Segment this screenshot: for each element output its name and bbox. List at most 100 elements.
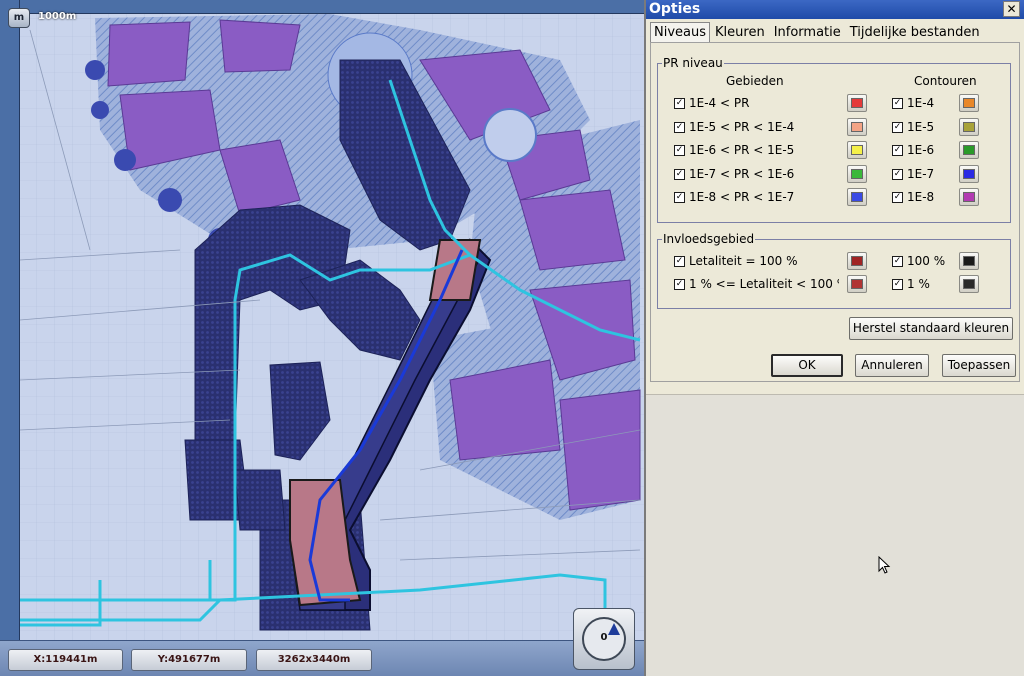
contour-checkbox[interactable]: ✓ [892, 168, 903, 180]
inv-row: ✓ Letaliteit = 100 % ✓ 100 % [658, 252, 1008, 270]
tab-tijdelijke-bestanden[interactable]: Tijdelijke bestanden [846, 22, 984, 42]
area-color-button[interactable] [847, 117, 867, 136]
area-checkbox[interactable]: ✓ [674, 279, 685, 290]
contour-label: 1E-6 [907, 143, 935, 157]
color-swatch [851, 192, 863, 202]
contour-color-button[interactable] [959, 164, 979, 183]
ok-button[interactable]: OK [771, 354, 843, 377]
scale-button[interactable]: m [8, 8, 30, 28]
status-bar: X:119441m Y:491677m 3262x3440m [0, 640, 644, 676]
contour-label: 1E-4 [907, 96, 935, 110]
color-swatch [963, 98, 975, 108]
ruler-top [0, 0, 644, 14]
color-swatch [851, 121, 863, 132]
area-color-button[interactable] [847, 141, 867, 159]
area-color-button[interactable] [847, 188, 867, 206]
pr-level-legend: PR niveau [662, 56, 724, 70]
apply-button[interactable]: Toepassen [942, 354, 1016, 377]
area-label: 1E-8 < PR < 1E-7 [689, 190, 795, 204]
options-title-bar: Opties [646, 0, 1024, 19]
pr-row: ✓ 1E-8 < PR < 1E-7 ✓ 1E-8 [658, 188, 1008, 206]
rotation-label: 0 [600, 632, 608, 643]
area-color-button[interactable] [847, 252, 867, 270]
reset-colors-button[interactable]: Herstel standaard kleuren [849, 317, 1013, 340]
color-swatch [963, 192, 975, 202]
contour-checkbox[interactable]: ✓ [892, 192, 903, 203]
color-swatch [851, 145, 863, 155]
tab-informatie[interactable]: Informatie [770, 22, 845, 42]
area-label: 1E-7 < PR < 1E-6 [689, 166, 795, 181]
tab-niveaus[interactable]: Niveaus [650, 22, 711, 42]
contour-checkbox[interactable]: ✓ [892, 279, 903, 290]
contour-checkbox[interactable]: ✓ [892, 121, 903, 133]
color-swatch [851, 168, 863, 179]
contour-checkbox[interactable]: ✓ [892, 256, 903, 267]
contour-label: 1E-8 [907, 190, 935, 204]
influence-area-legend: Invloedsgebied [662, 232, 756, 246]
color-swatch [851, 98, 863, 108]
area-color-button[interactable] [847, 275, 867, 293]
map-canvas[interactable] [0, 0, 644, 640]
contour-label: 1E-5 [907, 119, 935, 134]
area-checkbox[interactable]: ✓ [674, 145, 685, 156]
area-label: 1E-6 < PR < 1E-5 [689, 143, 795, 157]
area-label: 1 % <= Letaliteit < 100 % [689, 277, 839, 291]
y-coordinate: Y:491677m [131, 649, 247, 671]
color-swatch [963, 279, 975, 289]
areas-column-header: Gebieden [726, 74, 784, 88]
contour-checkbox[interactable]: ✓ [892, 98, 903, 109]
area-checkbox[interactable]: ✓ [674, 256, 685, 267]
color-swatch [963, 256, 975, 266]
tab-kleuren[interactable]: Kleuren [711, 22, 769, 42]
map-view[interactable]: m 1000m [0, 0, 644, 640]
pr-row: ✓ 1E-6 < PR < 1E-5 ✓ 1E-6 [658, 141, 1008, 159]
niveaus-panel: PR niveau Gebieden Contouren ✓ 1E-4 < PR ✓… [650, 42, 1020, 382]
color-swatch [963, 145, 975, 155]
area-checkbox[interactable]: ✓ [674, 192, 685, 203]
contour-color-button[interactable] [959, 117, 979, 136]
map-extent: 3262x3440m [256, 649, 372, 671]
inv-row: ✓ 1 % <= Letaliteit < 100 % ✓ 1 % [658, 275, 1008, 293]
contour-color-button[interactable] [959, 188, 979, 206]
area-color-button[interactable] [847, 94, 867, 112]
contour-label: 1E-7 [907, 166, 935, 181]
pr-row: ✓ 1E-5 < PR < 1E-4 ✓ 1E-5 [658, 117, 1008, 136]
color-swatch [851, 256, 863, 266]
area-label: Letaliteit = 100 % [689, 254, 798, 268]
options-title: Opties [649, 1, 701, 17]
cancel-button[interactable]: Annuleren [855, 354, 929, 377]
area-checkbox[interactable]: ✓ [674, 98, 685, 109]
ruler-left [0, 0, 20, 640]
lethal-zone-north [428, 239, 482, 301]
contour-label: 1 % [907, 277, 930, 291]
contours-column-header: Contouren [914, 74, 977, 88]
contour-color-button[interactable] [959, 94, 979, 112]
options-empty-area [646, 394, 1024, 676]
contour-label: 100 % [907, 254, 946, 268]
area-color-button[interactable] [847, 164, 867, 183]
contour-color-button[interactable] [959, 275, 979, 293]
color-swatch [851, 279, 863, 289]
contour-color-button[interactable] [959, 141, 979, 159]
pr-level-group: PR niveau Gebieden Contouren ✓ 1E-4 < PR ✓… [657, 56, 1011, 223]
area-checkbox[interactable]: ✓ [674, 121, 685, 133]
compass-widget[interactable]: 0 [573, 608, 635, 670]
options-tabs: Niveaus Kleuren Informatie Tijdelijke be… [650, 22, 985, 42]
pr-row: ✓ 1E-4 < PR ✓ 1E-4 [658, 94, 1008, 112]
scale-label: 1000m [38, 11, 77, 22]
area-label: 1E-4 < PR [689, 96, 750, 110]
contour-color-button[interactable] [959, 252, 979, 270]
mouse-cursor-icon [878, 556, 891, 574]
area-label: 1E-5 < PR < 1E-4 [689, 119, 795, 134]
close-button[interactable]: ✕ [1003, 1, 1020, 17]
app-window: m 1000m X:119441m Y:491677m 3262x3440m 0… [0, 0, 1024, 676]
area-checkbox[interactable]: ✓ [674, 168, 685, 180]
x-coordinate: X:119441m [8, 649, 123, 671]
tank-circle-east [483, 108, 537, 162]
influence-area-group: Invloedsgebied ✓ Letaliteit = 100 % ✓ 100 %… [657, 232, 1011, 309]
color-swatch [963, 121, 975, 132]
color-swatch [963, 168, 975, 179]
options-dialog: Opties ✕ Niveaus Kleuren Informatie Tijd… [644, 0, 1024, 676]
compass-ring[interactable]: 0 [582, 617, 626, 661]
contour-checkbox[interactable]: ✓ [892, 145, 903, 156]
